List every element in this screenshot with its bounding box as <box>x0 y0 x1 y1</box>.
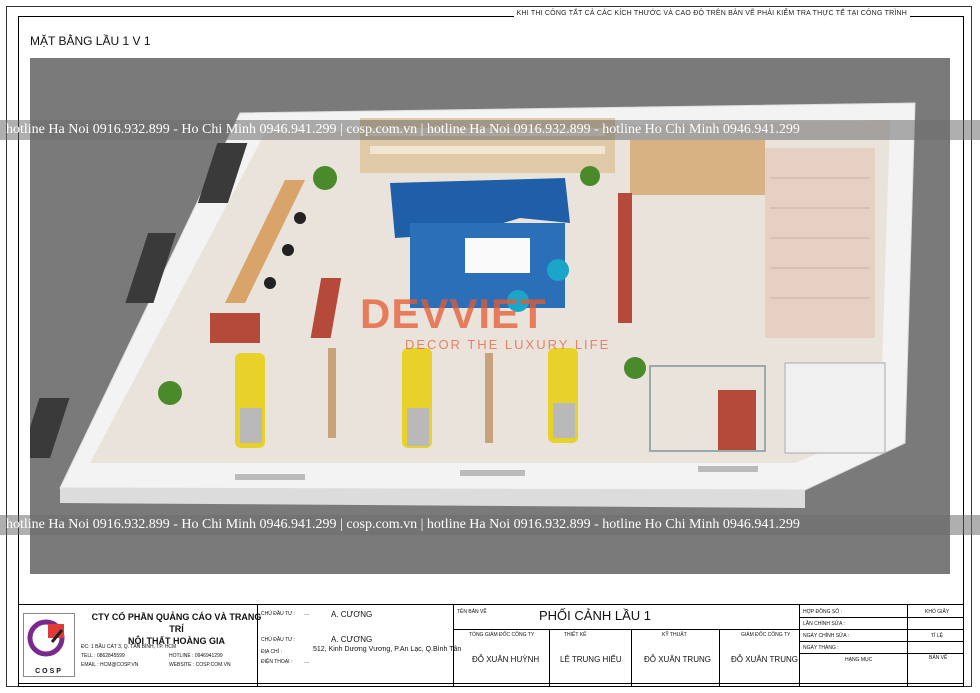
tel: 0862845599 <box>96 653 125 659</box>
designer-label: THIẾT KẾ <box>564 632 587 638</box>
item-label: HẠNG MỤC <box>845 657 873 663</box>
investor: A. CƯƠNG <box>331 610 373 619</box>
email-label: EMAIL : <box>81 662 99 668</box>
top-note: KHI THI CÔNG TẤT CẢ CÁC KÍCH THƯỚC VÀ CA… <box>513 10 910 17</box>
designer: LÊ TRUNG HIẾU <box>560 655 622 664</box>
tel-label: TELL : <box>81 653 96 659</box>
pouf <box>547 259 569 281</box>
watermark-band: hotline Ha Noi 0916.932.899 - Ho Chi Min… <box>0 515 980 535</box>
company-hotline: HOTLINE : 0946941299 WEBSITE : COSP.COM.… <box>169 652 231 670</box>
drawing-name: PHỐI CẢNH LẦU 1 <box>539 608 651 623</box>
edit-count-label: LẦN CHỈNH SỬA : <box>803 621 845 627</box>
location: 512, Kinh Dương Vương, P.An Lạc, Q.Bình … <box>313 646 462 653</box>
company-address: ĐC: 1 BẦU CÁT 3, Q. TÂN BÌNH, TP. HCM <box>81 644 177 650</box>
drawing-title: MẶT BẰNG LẦU 1 V 1 <box>30 34 151 48</box>
page-label: BẢN VẼ <box>929 655 948 661</box>
hotline-label: HOTLINE : <box>169 653 194 659</box>
website-label: WEBSITE : <box>169 662 195 668</box>
company-contact: ĐC: 1 BẦU CÁT 3, Q. TÂN BÌNH, TP. HCM TE… <box>81 643 176 670</box>
edit-date-label: NGÀY CHỈNH SỬA : <box>803 633 850 639</box>
director-label: TỔNG GIÁM ĐỐC CÔNG TY <box>469 632 535 638</box>
investor-label: CHỦ ĐẦU TƯ : <box>261 611 296 617</box>
curtain <box>30 398 70 458</box>
sink <box>718 390 756 450</box>
sheet-label: KHỔ GIẤY <box>925 609 950 615</box>
coffee-table <box>465 238 530 273</box>
email: HCM@COSP.VN <box>100 662 139 668</box>
chair <box>264 277 276 289</box>
investor2-label: CHỦ ĐẦU TƯ : <box>261 637 296 643</box>
dental-chair <box>235 353 265 448</box>
manager-label: GIÁM ĐỐC CÔNG TY <box>741 632 791 638</box>
logo-text: COSP <box>35 668 63 675</box>
plant <box>580 166 600 186</box>
dental-chair <box>548 348 578 443</box>
chair <box>294 212 306 224</box>
watermark-band: hotline Ha Noi 0916.932.899 - Ho Chi Min… <box>0 120 980 140</box>
phone-label: ĐIỆN THOẠI : <box>261 659 293 665</box>
hotline: 0946941299 <box>194 653 223 659</box>
overlay-logo-tagline: DECOR THE LUXURY LIFE <box>405 337 611 352</box>
investor-dots: .... <box>304 611 310 617</box>
investor2: A. CƯƠNG <box>331 635 373 644</box>
company-logo: COSP <box>23 613 75 677</box>
title-block: COSP CTY CỔ PHẦN QUẢNG CÁO VÀ TRANG TRÍ … <box>19 604 963 687</box>
tech: ĐỖ XUÂN TRUNG <box>644 655 711 664</box>
tech-label: KỸ THUẬT <box>662 632 687 638</box>
sink <box>210 313 260 343</box>
chair <box>282 244 294 256</box>
restroom <box>784 362 886 454</box>
manager: ĐỖ XUÂN TRUNG <box>731 655 798 664</box>
scale-label: TỈ LỆ <box>931 633 943 639</box>
phone-dots: .... <box>304 659 310 665</box>
location-label: ĐỊA CHỈ : <box>261 649 282 655</box>
drawing-name-label: TÊN BẢN VẼ <box>457 609 487 615</box>
dental-chair <box>402 348 432 448</box>
director: ĐỖ XUÂN HUỲNH <box>472 655 540 664</box>
plant <box>624 357 646 379</box>
plant <box>158 381 182 405</box>
cabinet <box>630 140 765 195</box>
company-name: CTY CỔ PHẦN QUẢNG CÁO VÀ TRANG TRÍ NỘI T… <box>89 611 264 647</box>
website: COSP.COM.VN <box>195 662 231 668</box>
company-line-1: CTY CỔ PHẦN QUẢNG CÁO VÀ TRANG TRÍ <box>91 612 262 634</box>
overlay-logo: DEVVIET <box>360 290 547 337</box>
staircase <box>765 148 875 338</box>
contract-label: HỢP ĐỒNG SỐ : <box>803 609 842 615</box>
plant <box>313 166 337 190</box>
date-label: NGÀY THÁNG : <box>803 645 839 651</box>
